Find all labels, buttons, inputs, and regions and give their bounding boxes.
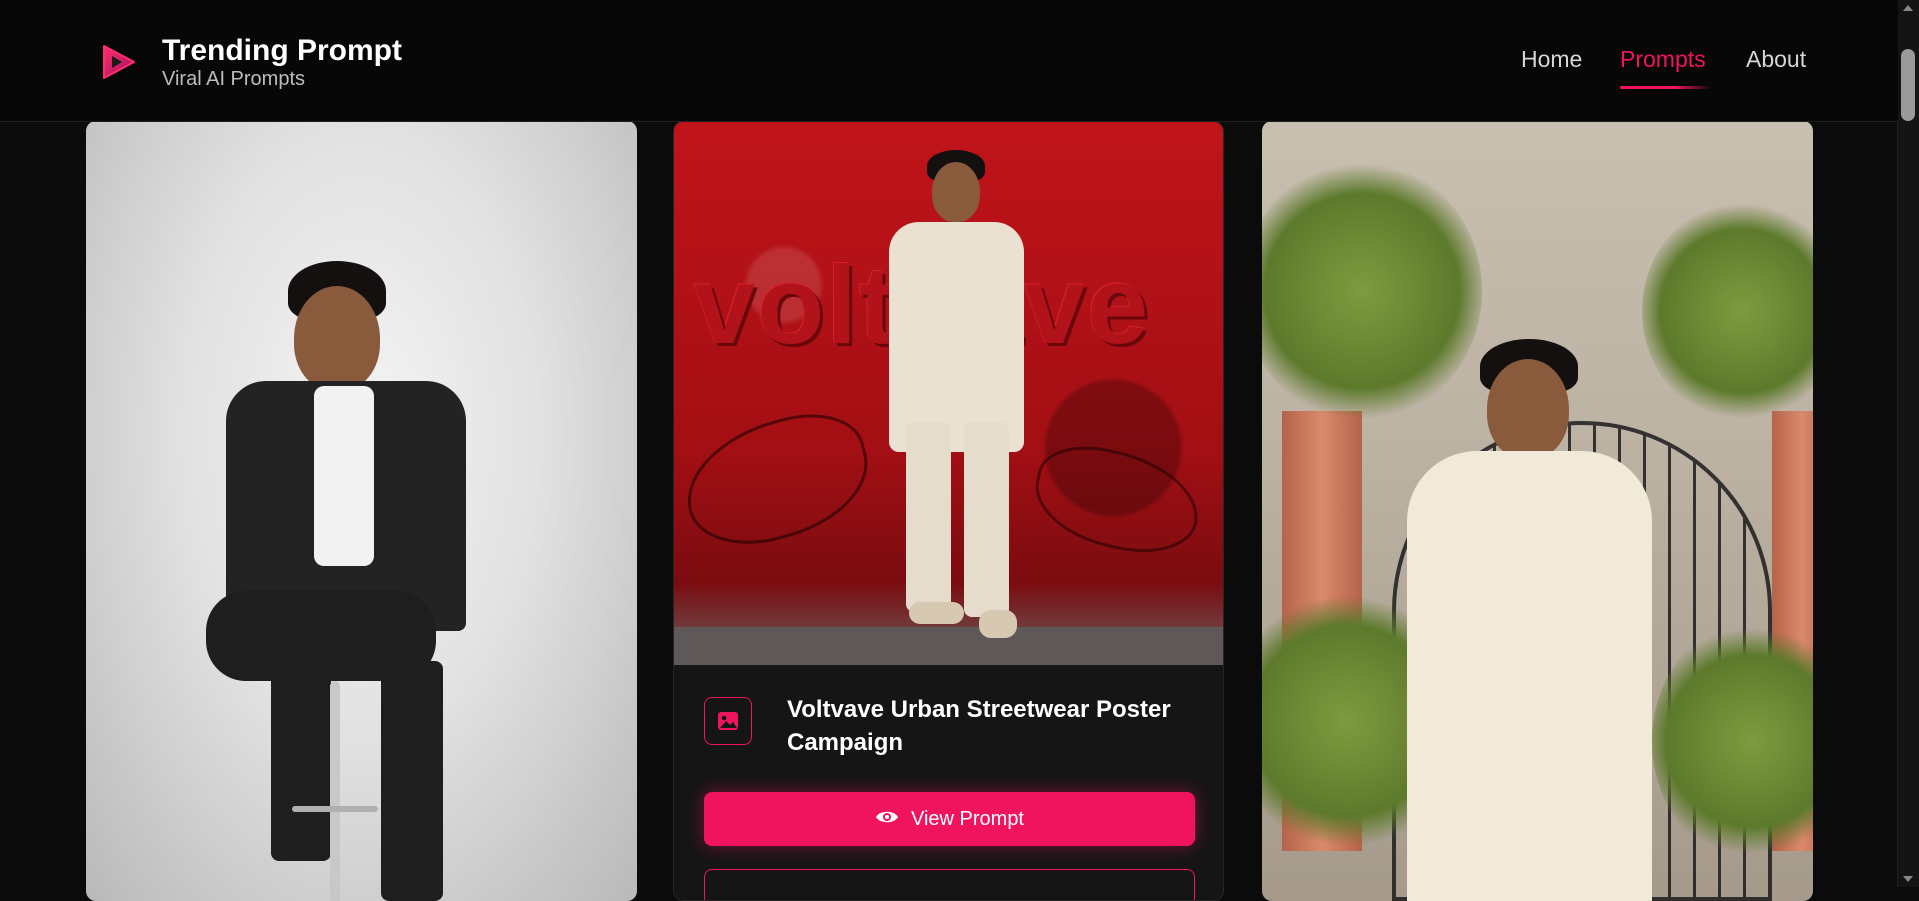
scroll-up-arrow-icon[interactable] [1903,5,1913,11]
sneaker-shape [979,610,1017,638]
image-icon [704,697,752,745]
card-image-courtyard-kurta[interactable] [1262,121,1813,901]
brand-title[interactable]: Trending Prompt [162,34,402,68]
head-shape [294,286,380,391]
card-title[interactable]: Voltvave Urban Streetwear Poster Campaig… [787,693,1197,759]
graffiti-scribble [674,399,882,561]
right-leg-shape [964,422,1009,617]
sneaker-shape [909,602,964,624]
scroll-down-arrow-icon[interactable] [1903,876,1913,882]
nav-about-link[interactable]: About [1746,46,1806,73]
stool-pole-shape [330,681,340,901]
cream-jacket-shape [889,222,1024,452]
page-scrollbar[interactable] [1897,0,1919,887]
card-image-suit-portrait[interactable] [86,121,637,901]
white-shirt-shape [314,386,374,566]
secondary-action-button[interactable] [704,869,1195,900]
eye-icon [875,808,899,831]
ground-strip [674,627,1223,665]
site-header: Trending Prompt Viral AI Prompts Home Pr… [0,0,1898,122]
stool-ring-shape [292,806,378,812]
play-logo-icon[interactable] [100,42,138,82]
fern-plant [1642,201,1813,421]
card-image-red-wall[interactable]: voltvave [674,122,1223,665]
left-leg-shape [906,422,951,612]
prompt-card-2[interactable]: voltvave Voltvave Urban Streetwear Poste… [673,121,1224,901]
nav-home-link[interactable]: Home [1521,46,1582,73]
head-shape [932,162,980,222]
scrollbar-thumb[interactable] [1901,49,1915,121]
active-nav-indicator [1620,86,1712,89]
nav-prompts-link[interactable]: Prompts [1620,46,1706,73]
head-shape [1487,359,1569,459]
left-leg-shape [271,661,331,861]
prompt-card-3[interactable] [1262,121,1813,901]
prompt-card-1[interactable] [86,121,637,901]
fern-plant [1262,161,1482,421]
view-prompt-button[interactable]: View Prompt [704,792,1195,846]
brand-subtitle: Viral AI Prompts [162,68,306,90]
white-kurta-shape [1407,451,1652,901]
view-prompt-label: View Prompt [910,807,1024,830]
right-leg-shape [381,661,443,901]
graffiti-scribble [1025,435,1209,565]
